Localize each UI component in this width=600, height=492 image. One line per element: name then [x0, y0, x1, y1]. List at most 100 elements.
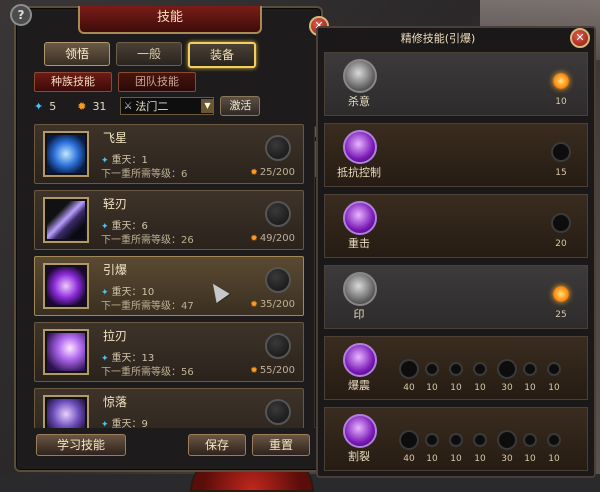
reset-button[interactable]: 重置: [252, 434, 310, 456]
skill-requirement: 下一重所需等级：26: [101, 235, 194, 246]
skill-name: 引爆: [103, 263, 128, 277]
skill-cost-text: 55/200: [259, 365, 295, 376]
refine-row[interactable]: 爆震 40 10 10 10 30 10 10: [324, 336, 588, 400]
skill-card[interactable]: 拉刃 ✦ 重天：13 下一重所需等级：56 ✹ 55/200: [34, 322, 304, 382]
refine-node[interactable]: [475, 364, 485, 374]
orange-sun-icon: ✹: [250, 234, 258, 244]
refine-node[interactable]: [525, 435, 535, 445]
skill-cost: ✹ 25/200: [250, 167, 295, 178]
refine-node[interactable]: [451, 364, 461, 374]
refine-node[interactable]: [525, 364, 535, 374]
refine-node-value: 40: [403, 383, 415, 393]
refine-node-value: 10: [474, 454, 486, 464]
refine-node[interactable]: [499, 432, 515, 448]
refine-label: 抵抗控制: [337, 166, 381, 179]
rend-icon: [343, 414, 377, 448]
refine-node[interactable]: [499, 361, 515, 377]
skill-slot[interactable]: [265, 201, 291, 227]
tab-general[interactable]: 一般: [116, 42, 182, 66]
swirl-skill-icon: [43, 131, 89, 177]
refine-node[interactable]: [553, 73, 569, 89]
skill-name: 拉刃: [103, 329, 128, 343]
refine-node[interactable]: [451, 435, 461, 445]
refine-node-value: 25: [555, 310, 567, 320]
skill-cost-text: 25/200: [259, 167, 295, 178]
refine-label: 爆震: [348, 379, 370, 392]
refine-node[interactable]: [549, 435, 559, 445]
help-button[interactable]: ?: [10, 4, 32, 26]
refine-node-value: 10: [426, 454, 438, 464]
skill-slot[interactable]: [265, 267, 291, 293]
blue-star-icon: ✦: [34, 99, 44, 113]
learn-skill-button[interactable]: 学习技能: [36, 434, 126, 456]
skill-level: ✦ 重天：9: [101, 415, 148, 428]
skill-slot[interactable]: [265, 333, 291, 359]
skill-level: ✦ 重天：10: [101, 283, 154, 298]
refine-node[interactable]: [475, 435, 485, 445]
skill-cost-text: 49/200: [259, 233, 295, 244]
refine-label: 杀意: [348, 95, 370, 108]
blue-points: 5: [49, 99, 57, 113]
refine-node-value: 40: [403, 454, 415, 464]
blade-skill-icon: [43, 197, 89, 243]
skill-card-selected[interactable]: 引爆 ✦ 重天：10 下一重所需等级：47 ✹ 35/200: [34, 256, 304, 316]
skill-name: 惊落: [103, 395, 128, 409]
refine-row[interactable]: 杀意 10: [324, 52, 588, 116]
refine-node-value: 10: [426, 383, 438, 393]
skill-name: 轻刃: [103, 197, 128, 211]
stats-row: ✦ 5 ✹ 31 ⚔ 法门二 ▼ 激活: [34, 96, 306, 116]
refine-node-value: 10: [548, 383, 560, 393]
refine-node-value: 10: [474, 383, 486, 393]
refine-node-value: 10: [524, 383, 536, 393]
refine-list: 杀意 10 抵抗控制 15 重击 20 印 25 爆震 40 10 10 10 …: [324, 52, 588, 478]
refine-node[interactable]: [553, 215, 569, 231]
refine-node[interactable]: [427, 435, 437, 445]
weapon-select[interactable]: ⚔ 法门二 ▼: [120, 97, 215, 115]
pull-blade-skill-icon: [43, 329, 89, 375]
refine-node[interactable]: [401, 432, 417, 448]
refine-label: 割裂: [348, 450, 370, 463]
refine-node-value: 10: [450, 383, 462, 393]
main-tabs: 领悟 一般 装备: [44, 42, 256, 68]
tab-comprehend[interactable]: 领悟: [44, 42, 110, 66]
resist-control-icon: [343, 130, 377, 164]
refine-node[interactable]: [553, 144, 569, 160]
refine-node[interactable]: [553, 286, 569, 302]
skill-panel: ? 技能 ✕ 领悟 一般 装备 种族技能 团队技能 ✦ 5 ✹ 31 ⚔ 法门二…: [10, 4, 329, 472]
skill-card[interactable]: 轻刃 ✦ 重天：6 下一重所需等级：26 ✹ 49/200: [34, 190, 304, 250]
subtab-team-skills[interactable]: 团队技能: [118, 72, 196, 92]
refine-row[interactable]: 割裂 40 10 10 10 30 10 10: [324, 407, 588, 471]
refine-node-value: 20: [555, 239, 567, 249]
activate-button[interactable]: 激活: [220, 96, 261, 116]
refine-node-value: 10: [548, 454, 560, 464]
refine-node[interactable]: [427, 364, 437, 374]
skill-slot[interactable]: [265, 135, 291, 161]
skill-level: ✦ 重天：1: [101, 151, 148, 166]
refine-row[interactable]: 重击 20: [324, 194, 588, 258]
sword-icon: ⚔: [123, 100, 133, 112]
refine-node[interactable]: [401, 361, 417, 377]
skill-card[interactable]: 飞星 ✦ 重天：1 下一重所需等级：6 ✹ 25/200: [34, 124, 304, 184]
skill-slot[interactable]: [265, 399, 291, 425]
refine-label: 重击: [348, 237, 370, 250]
kill-intent-icon: [343, 59, 377, 93]
save-button[interactable]: 保存: [188, 434, 246, 456]
skill-card[interactable]: 惊落 ✦ 重天：9: [34, 388, 304, 428]
refine-node[interactable]: [549, 364, 559, 374]
subtab-race-skills[interactable]: 种族技能: [34, 72, 112, 92]
refine-row[interactable]: 抵抗控制 15: [324, 123, 588, 187]
sub-tabs: 种族技能 团队技能: [34, 72, 196, 92]
refine-node-value: 10: [555, 97, 567, 107]
dropdown-arrow-icon[interactable]: ▼: [201, 99, 214, 113]
close-button[interactable]: ✕: [570, 28, 590, 48]
skill-requirement: 下一重所需等级：56: [101, 367, 194, 378]
skill-cost: ✹ 55/200: [250, 365, 295, 376]
skill-cost: ✹ 35/200: [250, 299, 295, 310]
orange-sun-icon: ✹: [250, 168, 258, 178]
orange-points: 31: [92, 99, 107, 113]
skill-level: ✦ 重天：6: [101, 217, 148, 232]
weapon-name: 法门二: [135, 100, 169, 113]
refine-row[interactable]: 印 25: [324, 265, 588, 329]
tab-equip[interactable]: 装备: [188, 42, 256, 68]
skill-requirement: 下一重所需等级：47: [101, 301, 194, 312]
